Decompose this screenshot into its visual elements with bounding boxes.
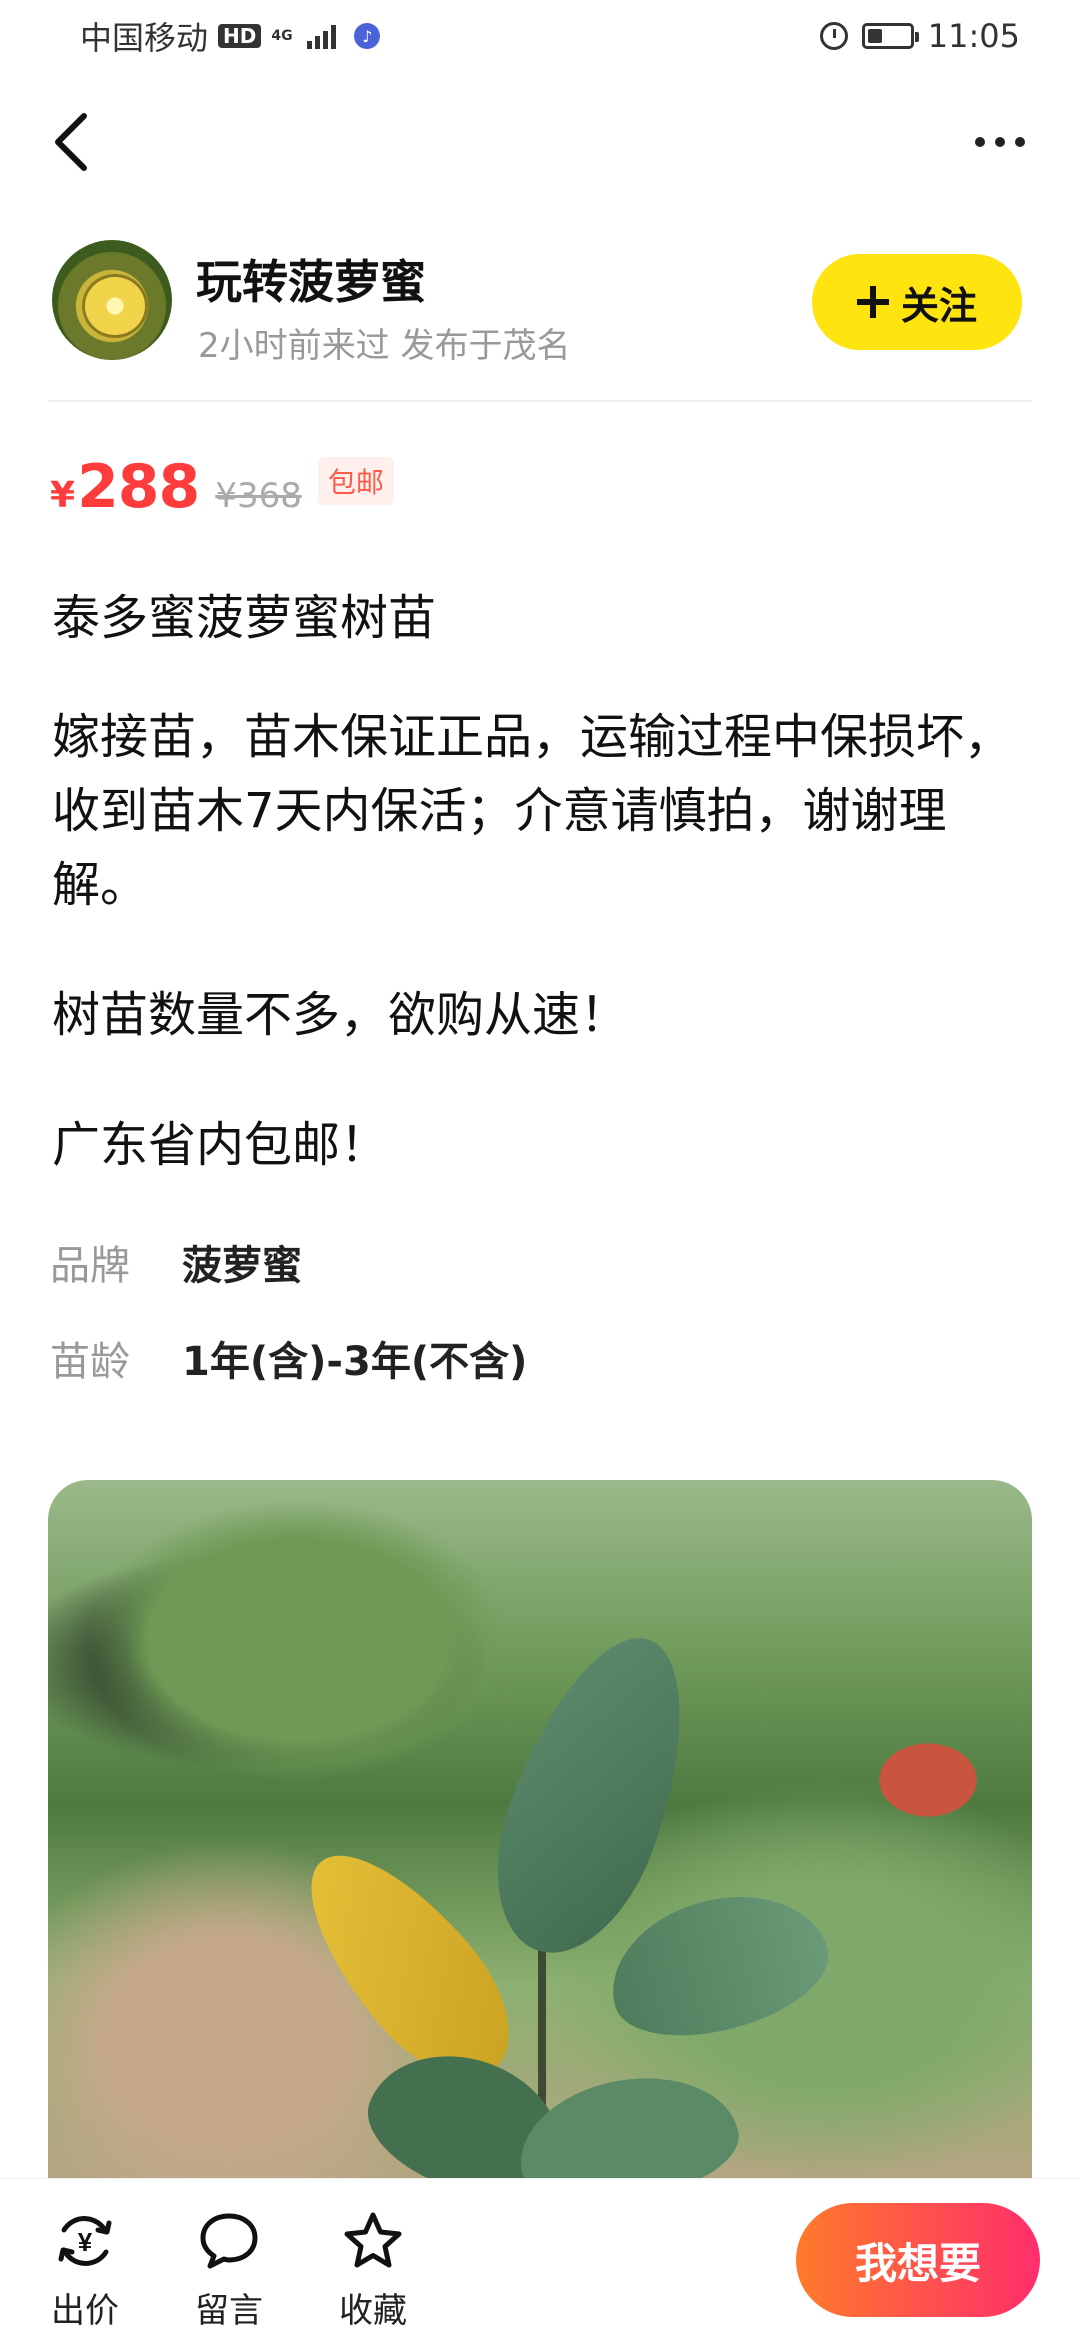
shipping-badge: 包邮 — [317, 457, 394, 505]
divider — [48, 400, 1032, 402]
attribute-row-age: 苗龄 1年(含)-3年(不含) — [50, 1326, 527, 1390]
product-title: 泰多蜜菠萝蜜树苗 — [52, 590, 437, 646]
want-button[interactable]: 我想要 — [796, 2203, 1040, 2317]
attribute-value: 1年(含)-3年(不含) — [182, 1339, 528, 1385]
seller-header: 玩转菠萝蜜 2小时前来过 发布于茂名 关注 — [0, 240, 1080, 370]
nav-bar — [0, 92, 1080, 192]
bid-label: 出价 — [51, 2291, 119, 2331]
battery-icon — [861, 23, 919, 49]
message-label: 留言 — [195, 2291, 263, 2331]
product-description: 嫁接苗，苗木保证正品，运输过程中保损坏，收到苗木7天内保活；介意请慎拍，谢谢理解… — [52, 700, 1042, 1182]
follow-label: 关注 — [900, 283, 977, 328]
avatar[interactable] — [52, 240, 172, 360]
follow-button[interactable]: 关注 — [812, 254, 1022, 350]
bid-button[interactable]: ¥ 出价 — [30, 2209, 140, 2332]
product-attributes: 品牌 菠萝蜜 苗龄 1年(含)-3年(不含) — [50, 1230, 527, 1422]
status-bar: 中国移动 HD 4G ♪ 11:05 — [0, 0, 1080, 72]
more-button[interactable] — [960, 110, 1040, 174]
music-app-icon: ♪ — [354, 23, 381, 49]
plus-icon — [856, 286, 889, 318]
product-photo[interactable] — [48, 1480, 1032, 2200]
description-paragraph: 嫁接苗，苗木保证正品，运输过程中保损坏，收到苗木7天内保活；介意请慎拍，谢谢理解… — [52, 709, 1013, 913]
favorite-button[interactable]: 收藏 — [318, 2209, 428, 2332]
price-row: ¥ 288 ¥368 包邮 — [50, 452, 394, 522]
attribute-row-brand: 品牌 菠萝蜜 — [50, 1230, 527, 1294]
bottom-action-bar: ¥ 出价 留言 收藏 我想要 — [0, 2178, 1080, 2340]
status-left: 中国移动 HD 4G ♪ — [80, 13, 381, 59]
seller-name[interactable]: 玩转菠萝蜜 — [196, 246, 426, 312]
back-button[interactable] — [40, 110, 104, 174]
clock: 11:05 — [927, 17, 1020, 55]
description-paragraph: 广东省内包邮！ — [52, 1117, 389, 1173]
yen-exchange-icon: ¥ — [53, 2209, 117, 2273]
svg-text:¥: ¥ — [78, 2227, 93, 2257]
original-price: ¥368 — [215, 476, 302, 516]
carrier-name: 中国移动 — [80, 19, 209, 57]
alarm-icon — [819, 22, 848, 50]
description-paragraph: 树苗数量不多，欲购从速！ — [52, 987, 629, 1043]
more-dots-icon — [975, 137, 985, 147]
attribute-key: 品牌 — [50, 1243, 130, 1289]
signal-icon — [307, 23, 337, 49]
message-button[interactable]: 留言 — [174, 2209, 284, 2332]
status-right: 11:05 — [819, 17, 1020, 55]
photo-leaf — [594, 1873, 842, 2057]
currency-symbol: ¥ — [50, 475, 76, 516]
seller-meta: 2小时前来过 发布于茂名 — [198, 326, 571, 366]
chat-bubble-icon — [197, 2209, 261, 2273]
current-price: 288 — [77, 452, 200, 522]
attribute-key: 苗龄 — [50, 1339, 130, 1385]
network-type: 4G — [271, 28, 293, 44]
favorite-label: 收藏 — [339, 2291, 407, 2331]
attribute-value: 菠萝蜜 — [182, 1243, 302, 1289]
hd-badge: HD — [218, 24, 262, 48]
chevron-left-icon — [55, 113, 87, 171]
star-icon — [341, 2209, 405, 2273]
